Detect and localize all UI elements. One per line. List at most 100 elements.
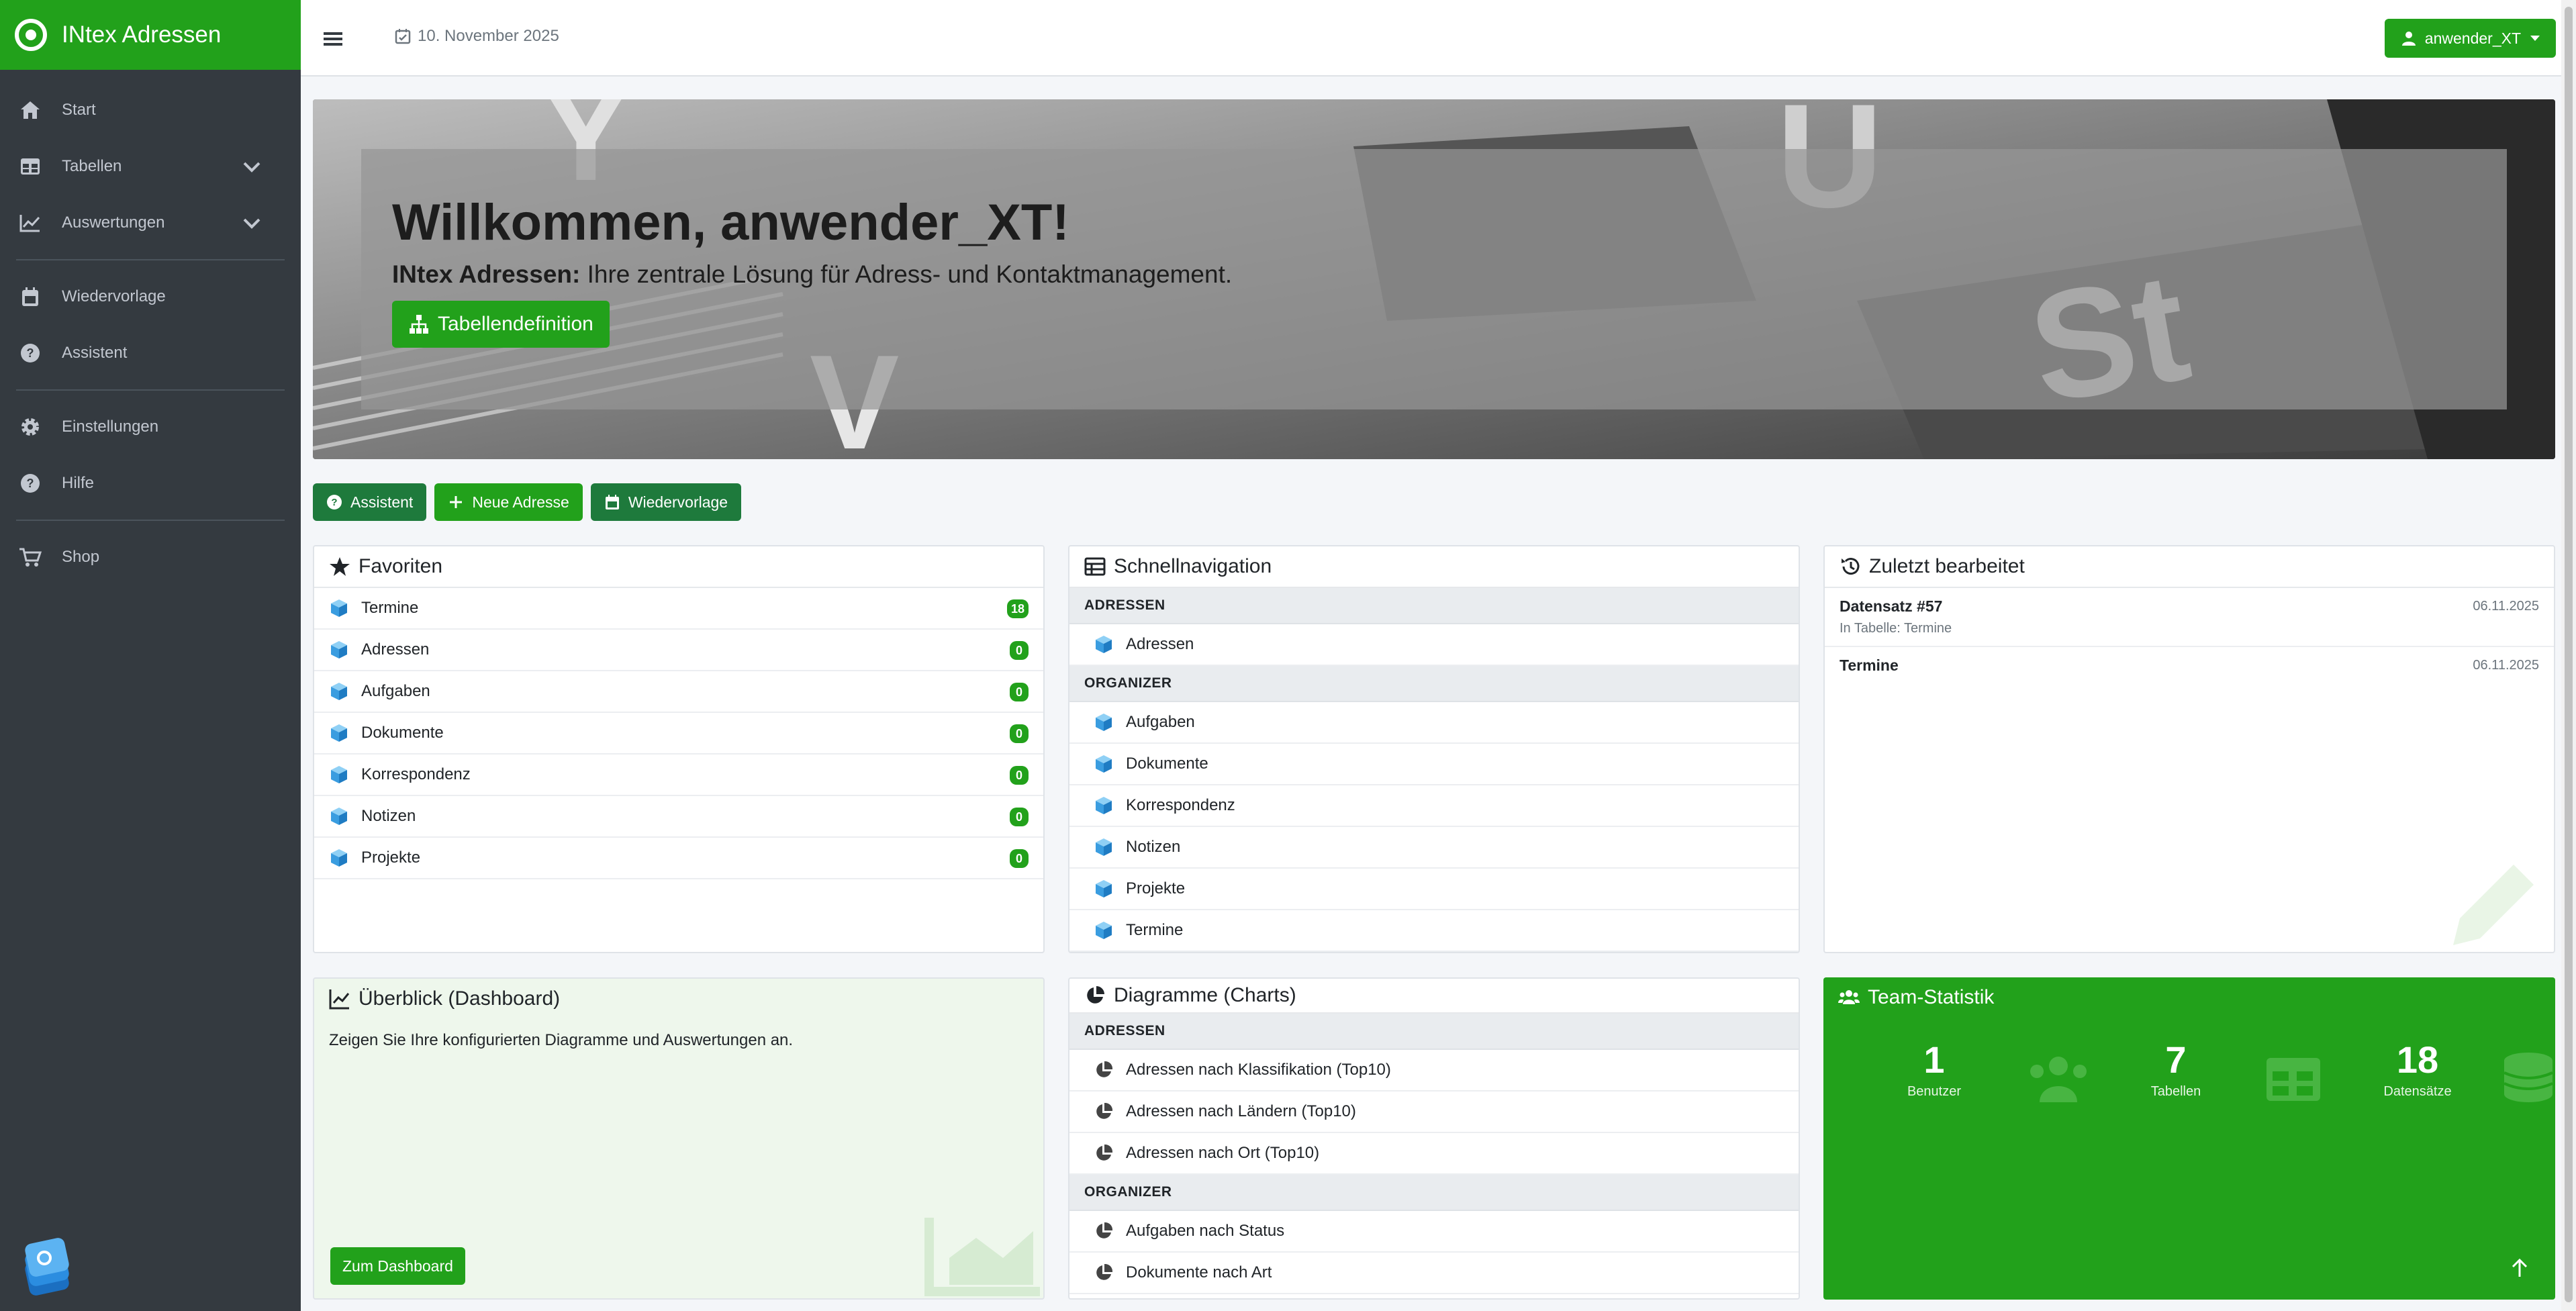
sidebar-item-shop[interactable]: Shop: [0, 529, 301, 585]
chart-link-item[interactable]: Adressen nach Ort (Top10): [1069, 1133, 1799, 1175]
new-address-button-label: Neue Adresse: [472, 493, 569, 511]
brand[interactable]: INtex Adressen: [0, 0, 301, 70]
quicknav-item[interactable]: Termine: [1069, 910, 1799, 952]
question-circle-icon: ?: [327, 495, 342, 509]
table-definition-button[interactable]: Tabellendefinition: [392, 301, 610, 348]
star-icon: [330, 557, 350, 576]
quicknav-item-label: Notizen: [1126, 838, 1181, 856]
svg-text:?: ?: [27, 477, 34, 490]
quicknav-item[interactable]: Notizen: [1069, 827, 1799, 869]
welcome-subtitle: INtex Adressen: Ihre zentrale Lösung für…: [392, 260, 2476, 289]
chart-link-label: Aufgaben nach Status: [1126, 1222, 1285, 1240]
favorite-item[interactable]: Projekte 0: [314, 838, 1043, 879]
welcome-subtitle-bold: INtex Adressen:: [392, 260, 581, 288]
chevron-down-icon[interactable]: [240, 156, 263, 179]
current-date: 10. November 2025: [395, 27, 559, 46]
favorite-item[interactable]: Dokumente 0: [314, 713, 1043, 755]
quicknav-item[interactable]: Projekte: [1069, 869, 1799, 910]
table-definition-label: Tabellendefinition: [438, 313, 593, 335]
recent-item[interactable]: Termine 06.11.2025: [1825, 647, 2554, 684]
dashboard-card: Überblick (Dashboard) Zeigen Sie Ihre ko…: [313, 977, 1045, 1300]
favorite-item-label: Termine: [361, 599, 419, 617]
count-badge: 0: [1010, 724, 1029, 743]
to-dashboard-button[interactable]: Zum Dashboard: [330, 1247, 465, 1285]
stat-users: 1 Benutzer: [1860, 1038, 2008, 1100]
quicknav-item[interactable]: Adressen: [1069, 624, 1799, 666]
sidebar-item-tabellen[interactable]: Tabellen: [0, 138, 301, 195]
sidebar-item-auswertungen[interactable]: Auswertungen: [0, 195, 301, 251]
page-scrollbar[interactable]: [2561, 0, 2576, 1311]
favorite-item[interactable]: Notizen 0: [314, 796, 1043, 838]
team-stats-card: Team-Statistik 1 Benutzer 7 Tabellen 18 …: [1823, 977, 2555, 1300]
chart-link-item[interactable]: Adressen nach Ländern (Top10): [1069, 1091, 1799, 1133]
quicknav-item[interactable]: Dokumente: [1069, 744, 1799, 785]
welcome-hero: Y U St V Willkommen, anwender_XT! INtex …: [313, 99, 2555, 459]
recent-item-title: Termine: [1840, 657, 1899, 674]
count-badge: 0: [1010, 808, 1029, 826]
recent-item-title: Datensatz #57: [1840, 597, 1943, 615]
user-menu-button[interactable]: anwender_XT: [2384, 19, 2556, 58]
sidebar-item-wiedervorlage[interactable]: Wiedervorlage: [0, 269, 301, 325]
sidebar-item-hilfe[interactable]: ? Hilfe: [0, 455, 301, 512]
favorite-item[interactable]: Korrespondenz 0: [314, 755, 1043, 796]
followup-button-label: Wiedervorlage: [628, 493, 728, 511]
welcome-title: Willkommen, anwender_XT!: [392, 194, 1069, 251]
cube-icon: [1096, 636, 1112, 653]
layers-logo-icon[interactable]: [13, 1234, 81, 1301]
pie-chart-icon: [1096, 1144, 1113, 1161]
sidebar-item-label: Einstellungen: [62, 418, 159, 436]
new-address-button[interactable]: Neue Adresse: [434, 483, 583, 521]
quicknav-item-label: Aufgaben: [1126, 713, 1195, 731]
welcome-subtitle-text: Ihre zentrale Lösung für Adress- und Kon…: [580, 260, 1233, 288]
favorite-item-label: Notizen: [361, 807, 416, 825]
assistant-button-label: Assistent: [350, 493, 414, 511]
cube-icon: [1096, 797, 1112, 814]
chart-area-watermark-icon: [924, 1218, 1040, 1296]
date-text: 10. November 2025: [418, 27, 559, 45]
chart-link-label: Adressen nach Ort (Top10): [1126, 1144, 1320, 1162]
assistant-button[interactable]: ? Assistent: [313, 483, 427, 521]
stat-tables-value: 7: [2165, 1038, 2187, 1081]
hamburger-icon: [324, 32, 342, 46]
hamburger-menu-button[interactable]: [314, 20, 352, 58]
followup-button[interactable]: Wiedervorlage: [590, 483, 742, 521]
recent-title: Zuletzt bearbeitet: [1869, 555, 2025, 577]
sidebar-item-einstellungen[interactable]: Einstellungen: [0, 399, 301, 455]
stat-records: 18 Datensätze: [2344, 1038, 2491, 1100]
quicknav-group-header: ORGANIZER: [1069, 666, 1799, 702]
dashboard-title: Überblick (Dashboard): [359, 987, 561, 1010]
question-circle-icon: ?: [19, 472, 42, 495]
count-badge: 18: [1006, 599, 1029, 618]
favorite-item[interactable]: Aufgaben 0: [314, 671, 1043, 713]
cube-icon: [331, 849, 347, 867]
sidebar-divider: [16, 259, 285, 260]
cube-icon: [331, 599, 347, 617]
recent-item[interactable]: Datensatz #57 In Tabelle: Termine 06.11.…: [1825, 588, 2554, 647]
users-icon: [1838, 990, 1860, 1004]
cube-icon: [331, 808, 347, 825]
chart-link-item[interactable]: Dokumente nach Art: [1069, 1253, 1799, 1294]
table-list-icon: [1084, 557, 1106, 576]
quicknav-item[interactable]: Aufgaben: [1069, 702, 1799, 744]
cube-icon: [1096, 922, 1112, 939]
chart-link-label: Dokumente nach Art: [1126, 1263, 1272, 1281]
user-name: anwender_XT: [2424, 29, 2521, 47]
svg-text:?: ?: [27, 346, 34, 360]
scrollbar-thumb[interactable]: [2565, 7, 2573, 1302]
quicknav-item[interactable]: Korrespondenz: [1069, 785, 1799, 827]
favorite-item[interactable]: Adressen 0: [314, 630, 1043, 671]
sidebar-item-start[interactable]: Start: [0, 82, 301, 138]
chart-link-item[interactable]: Adressen nach Klassifikation (Top10): [1069, 1050, 1799, 1091]
recent-item-date: 06.11.2025: [2473, 599, 2539, 614]
quicknav-group-header: ADRESSEN: [1069, 588, 1799, 624]
hero-overlay: Willkommen, anwender_XT! INtex Adressen:…: [361, 149, 2507, 409]
sidebar-item-assistent[interactable]: ? Assistent: [0, 325, 301, 381]
quicknav-list: ADRESSEN Adressen ORGANIZER Aufgaben Dokumen…: [1069, 588, 1799, 952]
stat-records-value: 18: [2396, 1038, 2439, 1081]
calendar-icon: [605, 495, 619, 509]
favorite-item-label: Aufgaben: [361, 682, 430, 700]
chevron-down-icon[interactable]: [240, 212, 263, 235]
favorite-item[interactable]: Termine 18: [314, 588, 1043, 630]
arrow-up-icon[interactable]: [2511, 1258, 2528, 1278]
chart-link-item[interactable]: Aufgaben nach Status: [1069, 1211, 1799, 1253]
